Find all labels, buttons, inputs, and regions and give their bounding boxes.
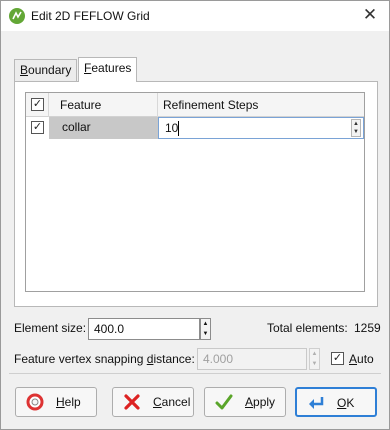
cancel-button[interactable]: Cancel [112,387,194,417]
tab-boundary[interactable]: Boundary [14,59,78,81]
ok-mnemonic: O [337,396,347,410]
header-select-cell: ✓ [26,93,49,117]
features-grid: ✓ Feature Refinement Steps ✓ collar 10 ▲… [25,92,365,292]
tab-boundary-label: oundary [28,63,72,77]
edit-feflow-grid-dialog: Edit 2D FEFLOW Grid ✕ Boundary Features … [0,0,390,430]
row-feature-name: collar [62,120,91,134]
help-button[interactable]: Help [15,387,97,417]
features-panel: ✓ Feature Refinement Steps ✓ collar 10 ▲… [14,81,378,307]
spin-up-icon[interactable]: ▲ [352,120,360,128]
return-arrow-icon [307,394,325,412]
grid-header: ✓ Feature Refinement Steps [26,93,364,117]
help-label: Help [56,395,81,409]
auto-checkbox[interactable]: ✓ [331,352,344,365]
row-checkbox[interactable]: ✓ [31,121,44,134]
window-title: Edit 2D FEFLOW Grid [31,9,150,23]
total-elements-value: 1259 [354,321,381,335]
text-caret [178,121,179,136]
header-refinement-steps[interactable]: Refinement Steps [158,93,364,117]
tab-features[interactable]: Features [78,57,138,82]
apply-button[interactable]: Apply [204,387,286,417]
button-separator [9,373,381,374]
snapping-distance-label: Feature vertex snapping distance: [14,352,195,366]
tab-features-label: eatures [91,61,132,75]
cancel-mnemonic: C [153,395,162,409]
element-size-input[interactable]: 400.0 [88,318,200,340]
apply-label-rest: pply [253,395,276,409]
spin-up-icon: ▲ [311,351,318,357]
element-size-value: 400.0 [94,322,125,336]
cancel-label: Cancel [153,395,190,409]
spin-down-icon: ▼ [311,361,318,367]
auto-label-mnemonic: A [349,352,358,366]
apply-mnemonic: A [245,395,254,409]
table-row[interactable]: ✓ collar 10 ▲ ▼ [26,117,364,139]
spin-down-icon[interactable]: ▼ [201,329,210,339]
header-feature[interactable]: Feature [49,93,158,117]
refinement-spinner[interactable]: ▲ ▼ [351,119,361,137]
apply-label: Apply [245,395,275,409]
snapping-distance-spinner: ▲ ▼ [309,348,320,370]
snapping-distance-value: 4.000 [203,352,234,366]
snapping-label-post: istance: [153,352,195,366]
ok-button[interactable]: OK [295,387,377,417]
snapping-distance-input: 4.000 [197,348,307,370]
help-label-rest: elp [64,395,81,409]
refinement-steps-value: 10 [165,121,179,135]
auto-label-rest: uto [357,352,374,366]
refinement-steps-input[interactable]: 10 ▲ ▼ [158,117,364,139]
element-size-label: Element size: [14,321,87,335]
ok-label-rest: K [346,396,355,410]
lifebuoy-icon [26,393,44,411]
cancel-label-rest: ancel [161,395,191,409]
close-icon[interactable]: ✕ [361,6,379,24]
spin-down-icon[interactable]: ▼ [352,128,360,136]
select-all-checkbox[interactable]: ✓ [31,98,44,111]
app-icon [9,8,25,24]
ok-label: OK [337,396,354,410]
cancel-x-icon [123,393,141,411]
auto-label[interactable]: Auto [349,352,374,366]
checkmark-icon [215,393,233,411]
element-size-spinner[interactable]: ▲ ▼ [200,318,211,340]
title-bar: Edit 2D FEFLOW Grid ✕ [1,1,389,31]
snapping-label-pre: Feature vertex snapping [14,352,147,366]
spin-up-icon[interactable]: ▲ [201,319,210,329]
total-elements-label: Total elements: [267,321,348,335]
tab-boundary-mnemonic: B [20,63,29,77]
help-mnemonic: H [56,395,65,409]
